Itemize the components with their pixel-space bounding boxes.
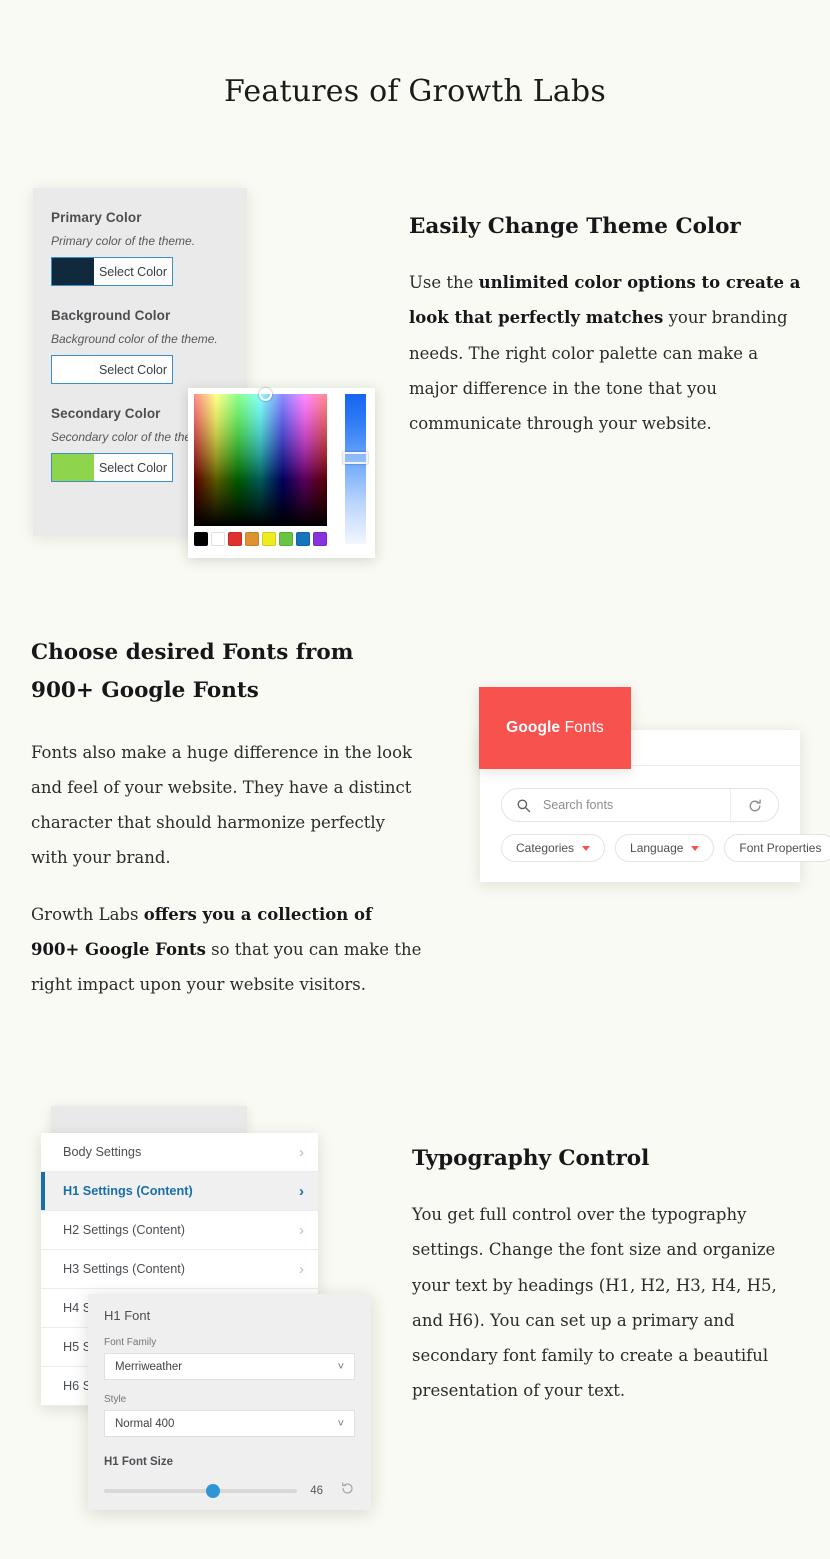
background-select-color-button[interactable]: Select Color (51, 355, 173, 384)
google-fonts-logo-fonts: Fonts (564, 719, 604, 736)
feature-1-text-part-1: Use the (409, 273, 479, 293)
preset-swatch-yellow[interactable] (262, 532, 276, 546)
chevron-down-icon: ˅ (337, 1417, 344, 1430)
font-family-value: Merriweather (115, 1360, 183, 1373)
font-size-slider[interactable] (104, 1484, 298, 1498)
color-picker-popover[interactable] (188, 388, 375, 558)
typography-row-label: Body Settings (63, 1145, 142, 1159)
reset-icon[interactable] (340, 1481, 355, 1501)
font-family-label: Font Family (104, 1337, 157, 1348)
secondary-select-color-label: Select Color (94, 454, 172, 481)
saturation-value-area[interactable] (194, 388, 327, 526)
chevron-right-icon: › (299, 1260, 304, 1278)
feature-2-heading: Choose desired Fonts from 900+ Google Fo… (31, 640, 354, 704)
language-filter-chip[interactable]: Language (615, 834, 715, 862)
feature-2-paragraph-2: Growth Labs offers you a collection of 9… (31, 897, 423, 1002)
secondary-color-swatch (52, 454, 94, 481)
background-color-label: Background Color (51, 308, 171, 323)
feature-2-paragraph-1: Fonts also make a huge difference in the… (31, 742, 413, 867)
style-value: Normal 400 (115, 1417, 175, 1430)
search-icon (516, 798, 531, 813)
typography-row-label: H3 Settings (Content) (63, 1262, 185, 1276)
primary-select-color-label: Select Color (94, 258, 172, 285)
preset-swatch-blue[interactable] (296, 532, 310, 546)
feature-page: Features of Growth Labs Primary Color Pr… (0, 0, 830, 1559)
typography-row-label: H2 Settings (Content) (63, 1223, 185, 1237)
search-fonts-placeholder: Search fonts (543, 798, 614, 812)
chevron-down-icon: ˅ (337, 1360, 344, 1373)
saturation-value-cursor[interactable] (259, 388, 272, 401)
refresh-icon (749, 799, 761, 812)
font-properties-filter-chip[interactable]: Font Properties (724, 834, 830, 862)
preset-swatch-purple[interactable] (313, 532, 327, 546)
background-select-color-label: Select Color (94, 356, 172, 383)
primary-color-label: Primary Color (51, 210, 142, 225)
google-fonts-logo-google: Google (506, 719, 561, 736)
feature-2-text-part-1: Growth Labs (31, 905, 144, 925)
preset-swatch-white[interactable] (211, 532, 225, 546)
typography-row-h1[interactable]: H1 Settings (Content) › (41, 1172, 318, 1211)
chevron-right-icon: › (299, 1143, 304, 1161)
feature-2-text: Choose desired Fonts from 900+ Google Fo… (31, 634, 423, 1003)
google-fonts-logo: Google Fonts (479, 687, 631, 769)
background-color-group: Background Color Background color of the… (51, 308, 229, 384)
chevron-down-icon (582, 845, 591, 851)
background-color-swatch (52, 356, 94, 383)
secondary-select-color-button[interactable]: Select Color (51, 453, 173, 482)
font-properties-chip-label: Font Properties (739, 841, 822, 855)
font-size-value: 46 (310, 1485, 323, 1497)
color-intensity-slider[interactable] (343, 394, 368, 544)
typography-row-body[interactable]: Body Settings › (41, 1133, 318, 1172)
filter-chip-row: Categories Language Font Properties (501, 834, 830, 862)
preset-swatch-black[interactable] (194, 532, 208, 546)
language-chip-label: Language (630, 841, 684, 855)
primary-color-description: Primary color of the theme. (51, 234, 196, 248)
typography-row-h2[interactable]: H2 Settings (Content) › (41, 1211, 318, 1250)
preset-swatch-row (194, 532, 369, 546)
style-label: Style (104, 1394, 127, 1405)
feature-3-paragraph: You get full control over the typography… (412, 1205, 777, 1400)
preset-swatch-orange[interactable] (245, 532, 259, 546)
page-title: Features of Growth Labs (224, 74, 606, 109)
search-fonts-field[interactable]: Search fonts (501, 788, 779, 823)
typography-row-h3[interactable]: H3 Settings (Content) › (41, 1250, 318, 1289)
typography-row-label: H1 Settings (Content) (63, 1184, 193, 1198)
background-color-description: Background color of the theme. (51, 332, 218, 346)
feature-1-text: Easily Change Theme Color Use the unlimi… (409, 208, 801, 441)
h1-font-size-control: 46 (104, 1481, 355, 1501)
feature-1-paragraph: Use the unlimited color options to creat… (409, 265, 801, 441)
primary-color-swatch (52, 258, 94, 285)
preset-swatch-green[interactable] (279, 532, 293, 546)
feature-1-heading: Easily Change Theme Color (409, 214, 741, 239)
categories-filter-chip[interactable]: Categories (501, 834, 606, 862)
categories-chip-label: Categories (516, 841, 575, 855)
chevron-right-icon: › (299, 1182, 304, 1200)
font-size-slider-thumb[interactable] (206, 1484, 220, 1498)
feature-3-text: Typography Control You get full control … (412, 1140, 804, 1408)
h1-font-popup: H1 Font Font Family Merriweather ˅ Style… (88, 1294, 371, 1510)
chevron-right-icon: › (299, 1221, 304, 1239)
primary-color-group: Primary Color Primary color of the theme… (51, 210, 229, 286)
h1-font-popup-title: H1 Font (104, 1308, 151, 1323)
feature-3-heading: Typography Control (412, 1146, 650, 1171)
font-family-select[interactable]: Merriweather ˅ (104, 1353, 355, 1380)
preset-swatch-red[interactable] (228, 532, 242, 546)
refresh-button[interactable] (730, 789, 778, 823)
h1-font-size-label: H1 Font Size (104, 1456, 174, 1468)
primary-select-color-button[interactable]: Select Color (51, 257, 173, 286)
chevron-down-icon (691, 845, 700, 851)
style-select[interactable]: Normal 400 ˅ (104, 1410, 355, 1437)
color-intensity-slider-thumb[interactable] (343, 452, 368, 464)
